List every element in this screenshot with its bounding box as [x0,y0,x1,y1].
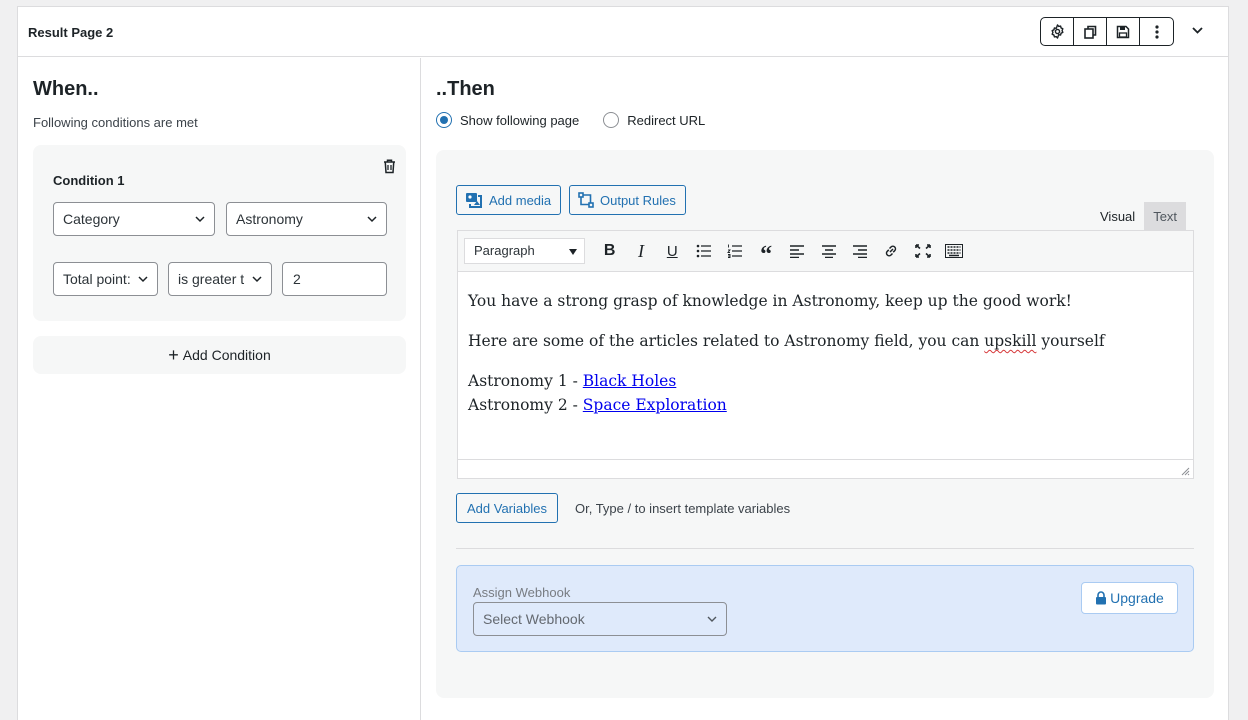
category-value-select[interactable]: Astronomy [226,202,387,236]
media-icon [466,193,482,208]
editor-statusbar [458,459,1193,478]
underline-icon[interactable]: U [657,241,688,261]
chevron-down-icon [252,276,262,283]
copy-icon [1084,25,1097,39]
italic-icon[interactable]: I [625,241,656,261]
condition-value: 2 [293,271,301,287]
align-right-icon[interactable] [844,241,875,261]
operator-select-value: is greater t [178,271,245,287]
upgrade-button[interactable]: Upgrade [1081,582,1178,614]
editor-tabs: Visual Text [1091,202,1187,230]
chevron-down-icon [1191,26,1203,34]
output-rules-label: Output Rules [600,192,676,208]
when-heading: When.. [33,78,99,100]
then-section: ..Then Show following page Redirect URL … [421,58,1230,720]
paragraph-2: Here are some of the articles related to… [468,329,1105,353]
rich-text-editor[interactable]: Paragraph B I U “ You have a strong gras… [457,230,1194,479]
add-variables-button[interactable]: Add Variables [456,493,558,523]
chevron-down-icon [195,216,205,223]
condition-value-input[interactable]: 2 [282,262,387,296]
numbered-list-icon[interactable] [719,241,750,261]
output-rules-button[interactable]: Output Rules [569,185,686,215]
condition-card: Condition 1 Category Astronomy Total poi… [33,145,406,321]
webhook-label: Assign Webhook [473,585,571,600]
settings-button[interactable] [1041,18,1074,45]
space-exploration-link[interactable]: Space Exploration [583,396,727,414]
header-toolbar [1040,17,1174,46]
editor-content[interactable]: You have a strong grasp of knowledge in … [468,289,1105,417]
when-subtitle: Following conditions are met [33,115,198,130]
chevron-down-icon [367,216,377,223]
operator-select[interactable]: is greater t [168,262,272,296]
format-select[interactable]: Paragraph [464,238,585,264]
more-options-button[interactable] [1140,18,1173,45]
delete-condition-button[interactable] [383,159,396,177]
metric-select[interactable]: Total point: [53,262,158,296]
trash-icon [384,159,395,174]
gear-icon [1050,24,1064,39]
chevron-down-icon [707,616,717,622]
item-2-text: Astronomy 2 - [468,396,583,414]
show-page-radio[interactable] [436,112,452,128]
category-select[interactable]: Category [53,202,215,236]
webhook-card: Assign Webhook Select Webhook Upgrade [456,565,1194,652]
panel-header: Result Page 2 [18,7,1228,57]
webhook-select-placeholder: Select Webhook [483,611,585,627]
paragraph-1: You have a strong grasp of knowledge in … [468,292,1072,310]
page-title: Result Page 2 [28,25,114,40]
add-condition-button[interactable]: + Add Condition [33,336,406,374]
rules-icon [578,192,594,208]
plus-icon: + [168,345,179,365]
save-icon [1116,25,1130,38]
bulleted-list-icon[interactable] [688,241,719,261]
paragraph-2-text: Here are some of the articles related to… [468,332,985,350]
align-center-icon[interactable] [813,241,844,261]
redirect-url-radio[interactable] [603,112,620,128]
save-button[interactable] [1107,18,1140,45]
lock-icon [1096,591,1107,605]
paragraph-2-tail: yourself [1036,332,1105,350]
add-condition-label: Add Condition [182,347,271,363]
duplicate-button[interactable] [1074,18,1107,45]
chevron-down-icon [138,276,148,283]
webhook-select[interactable]: Select Webhook [473,602,727,636]
category-value-select-value: Astronomy [236,211,303,227]
blockquote-icon[interactable]: “ [750,241,781,267]
tab-text[interactable]: Text [1144,202,1187,230]
editor-toolbar: Paragraph B I U “ [458,231,1193,272]
result-page-panel: Result Page 2 When.. Following condition… [17,6,1229,720]
add-media-label: Add media [489,192,552,208]
misspelled-word: upskill [984,332,1037,350]
item-1-text: Astronomy 1 - [468,372,583,390]
align-left-icon[interactable] [782,241,813,261]
toolbar-toggle-icon[interactable] [938,241,969,261]
link-icon[interactable] [876,241,907,261]
paragraph-3: Astronomy 1 - Black Holes Astronomy 2 - S… [468,369,1105,417]
variables-hint: Or, Type / to insert template variables [575,501,791,516]
section-divider [456,548,1194,549]
action-radio-group: Show following page Redirect URL [436,112,729,128]
then-heading: ..Then [436,78,495,100]
show-page-label[interactable]: Show following page [460,113,579,128]
bold-icon[interactable]: B [594,241,625,261]
format-select-value: Paragraph [474,243,535,258]
category-select-value: Category [63,211,120,227]
condition-title: Condition 1 [53,173,125,188]
caret-down-icon [569,249,577,255]
page-content-card: Add media Output Rules Visual Text Parag… [436,150,1214,698]
black-holes-link[interactable]: Black Holes [583,372,677,390]
upgrade-label: Upgrade [1110,590,1164,606]
resize-handle-icon[interactable] [1181,467,1190,476]
redirect-url-label[interactable]: Redirect URL [627,113,705,128]
collapse-button[interactable] [1190,23,1204,37]
metric-select-value: Total point: [63,271,131,287]
kebab-icon [1154,24,1159,39]
fullscreen-icon[interactable] [907,241,938,261]
tab-visual[interactable]: Visual [1091,202,1145,230]
add-media-button[interactable]: Add media [456,185,562,215]
